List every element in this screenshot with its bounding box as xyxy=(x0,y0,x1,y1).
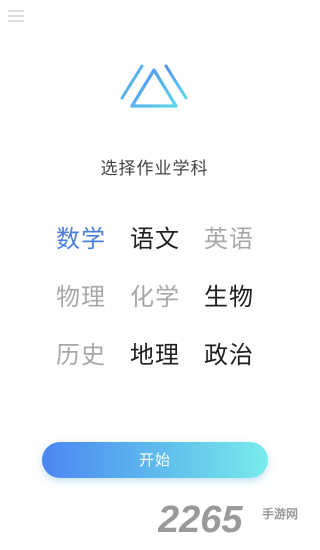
subject-history[interactable]: 历史 xyxy=(44,338,118,372)
subject-chemistry[interactable]: 化学 xyxy=(118,280,192,314)
subject-math[interactable]: 数学 xyxy=(44,222,118,256)
triangle-logo-icon xyxy=(120,64,188,122)
subject-biology[interactable]: 生物 xyxy=(192,280,266,314)
subject-chinese[interactable]: 语文 xyxy=(118,222,192,256)
watermark-text: 手游网 xyxy=(262,506,298,521)
start-button[interactable]: 开始 xyxy=(42,442,268,478)
subject-geography[interactable]: 地理 xyxy=(118,338,192,372)
app-logo xyxy=(116,62,192,126)
subject-prompt: 选择作业学科 xyxy=(100,159,209,179)
watermark-number: 2265 xyxy=(158,499,243,541)
subject-physics[interactable]: 物理 xyxy=(44,280,118,314)
subject-english[interactable]: 英语 xyxy=(192,222,266,256)
hamburger-menu-icon xyxy=(8,10,24,22)
subject-politics[interactable]: 政治 xyxy=(192,338,266,372)
menu-button[interactable] xyxy=(6,6,26,26)
site-watermark: 2265 手游网 xyxy=(157,496,306,542)
